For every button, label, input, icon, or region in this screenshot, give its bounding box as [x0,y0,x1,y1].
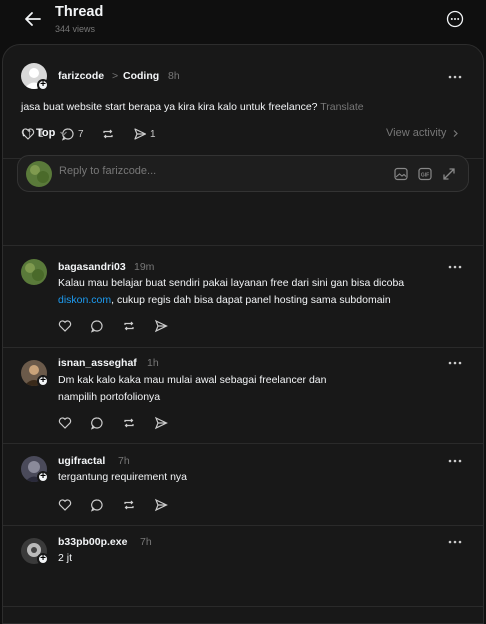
topic-separator-icon: > [112,70,119,82]
view-activity-link[interactable]: View activity [386,127,459,139]
reply-time: 7h [118,455,130,467]
reply-time: 19m [134,261,155,273]
back-arrow-icon[interactable] [22,8,44,30]
chevron-down-icon [60,131,68,136]
heart-icon[interactable] [58,498,72,512]
reply-link[interactable]: diskon.com [58,294,111,306]
comment-icon[interactable] [90,319,104,333]
reply-text: Dm kak kalo kaka mau mulai awal sebagai … [58,372,453,406]
send-icon[interactable] [154,319,168,333]
more-options-icon[interactable] [448,459,462,463]
share-count: 1 [150,128,156,140]
view-activity-label: View activity [386,127,447,139]
reply-text: 2 jt [58,552,73,564]
image-icon[interactable] [393,166,409,182]
reply-time: 7h [140,536,152,548]
follow-plus-icon[interactable]: + [37,375,49,387]
divider [3,245,483,246]
reply-username[interactable]: ugifractal [58,455,105,467]
reply-line: nampilih portofolionya [58,391,161,403]
divider [3,525,483,526]
reply-line: Dm kak kalo kaka mau mulai awal sebagai … [58,374,327,386]
reply-username[interactable]: isnan_asseghaf [58,357,137,369]
more-circle-icon[interactable] [446,10,464,28]
avatar [26,161,52,187]
post-time: 8h [168,70,180,82]
comment-icon[interactable] [90,498,104,512]
post-username[interactable]: farizcode [58,70,104,82]
post-topic[interactable]: Coding [123,70,159,82]
page-title: Thread [55,4,104,20]
divider [3,606,483,607]
avatar[interactable] [21,259,47,285]
repost-icon[interactable] [122,319,136,333]
reply-input[interactable] [59,165,359,177]
translate-link[interactable]: Translate [320,101,363,113]
divider [3,347,483,348]
top-bar: Thread 344 views [0,0,486,44]
follow-plus-icon[interactable]: + [37,471,49,483]
follow-plus-icon[interactable]: + [37,553,49,565]
share-button[interactable]: 1 [133,127,156,141]
gif-icon[interactable]: GIF [417,166,433,182]
comment-count: 7 [78,128,84,140]
send-icon [134,128,147,140]
reply-time: 1h [147,357,159,369]
reply-text: Kalau mau belajar buat sendiri pakai lay… [58,275,453,309]
reply-body-end: , cukup regis dah bisa dapat panel hosti… [111,294,391,306]
more-options-icon[interactable] [448,75,462,79]
sort-dropdown[interactable]: ↓↑ Top [21,127,68,139]
heart-icon[interactable] [58,319,72,333]
expand-icon[interactable] [441,166,457,182]
sort-label: Top [36,127,56,139]
chevron-right-icon [453,129,459,137]
repost-button[interactable] [101,127,115,141]
reply-box[interactable]: GIF [17,155,469,192]
reply-username[interactable]: bagasandri03 [58,261,126,273]
more-options-icon[interactable] [448,265,462,269]
reply-username[interactable]: b33pb00p.exe [58,536,127,548]
comment-icon[interactable] [90,416,104,430]
send-icon[interactable] [154,498,168,512]
thread-panel: + farizcode > Coding 8h jasa buat websit… [2,44,484,624]
repost-icon[interactable] [122,416,136,430]
more-options-icon[interactable] [448,540,462,544]
post-text: jasa buat website start berapa ya kira k… [21,99,364,116]
follow-plus-icon[interactable]: + [37,79,49,91]
heart-icon[interactable] [58,416,72,430]
more-options-icon[interactable] [448,361,462,365]
send-icon[interactable] [154,416,168,430]
repost-icon [103,129,113,139]
sort-icon: ↓↑ [21,127,32,139]
reply-text: tergantung requirement nya [58,471,187,483]
divider [3,443,483,444]
svg-text:GIF: GIF [421,173,429,179]
post-body: jasa buat website start berapa ya kira k… [21,101,318,113]
repost-icon[interactable] [122,498,136,512]
reply-body-start: Kalau mau belajar buat sendiri pakai lay… [58,277,405,289]
view-count: 344 views [55,24,96,34]
